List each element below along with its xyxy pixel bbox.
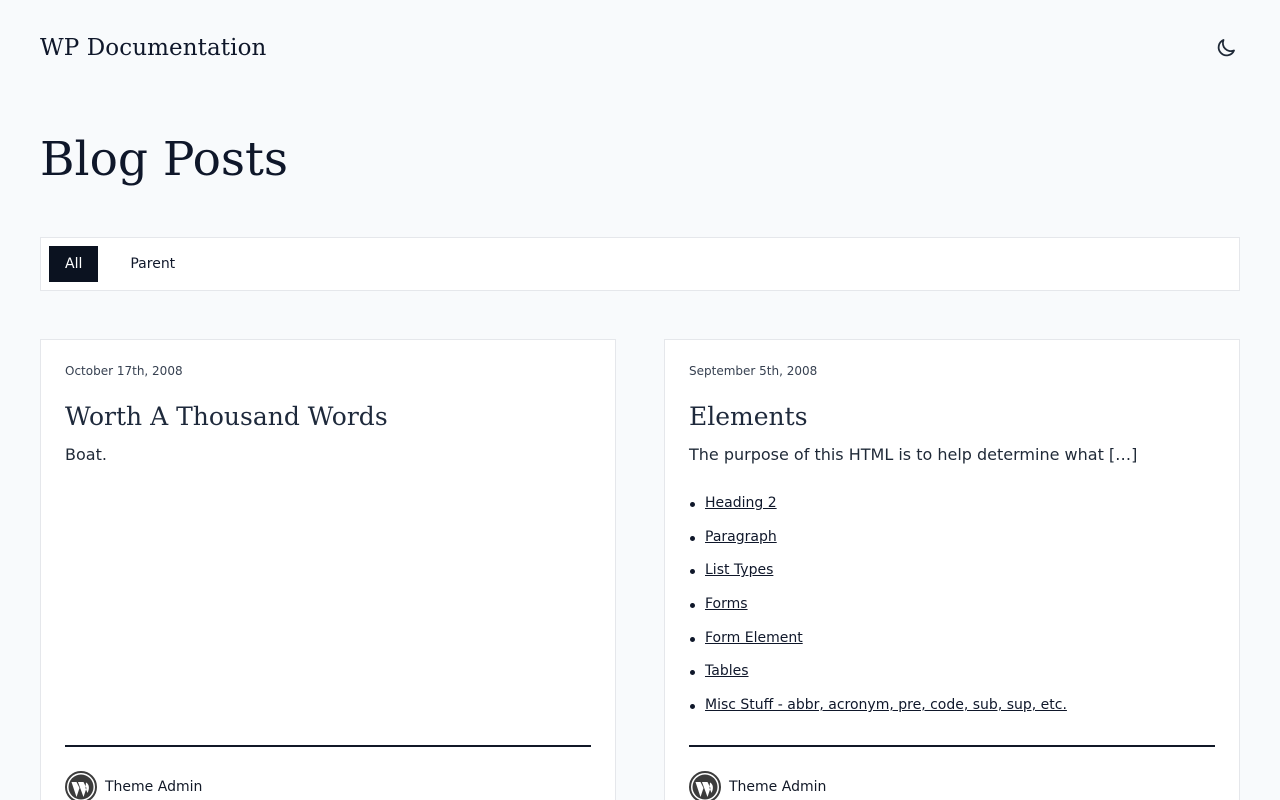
list-item: Forms	[689, 596, 1067, 630]
post-title[interactable]: Elements	[689, 402, 808, 431]
page-title: Blog Posts	[40, 132, 289, 187]
toc-link-forms[interactable]: Forms	[705, 596, 748, 612]
wordpress-icon	[689, 771, 721, 800]
list-item: Form Element	[689, 630, 1067, 664]
wordpress-icon	[65, 771, 97, 800]
post-toc-list: Heading 2 Paragraph List Types Forms For…	[689, 495, 1067, 731]
post-excerpt: The purpose of this HTML is to help dete…	[689, 445, 1138, 464]
list-item: Paragraph	[689, 529, 1067, 563]
post-date: October 17th, 2008	[65, 364, 183, 378]
card-divider	[65, 745, 591, 747]
toc-link-misc-stuff[interactable]: Misc Stuff - abbr, acronym, pre, code, s…	[705, 697, 1067, 713]
post-card: October 17th, 2008 Worth A Thousand Word…	[40, 339, 616, 800]
site-title[interactable]: WP Documentation	[40, 35, 266, 61]
toc-link-heading-2[interactable]: Heading 2	[705, 495, 777, 511]
list-item: Tables	[689, 663, 1067, 697]
toc-link-form-element[interactable]: Form Element	[705, 630, 803, 646]
post-title[interactable]: Worth A Thousand Words	[65, 402, 388, 431]
toc-link-list-types[interactable]: List Types	[705, 562, 773, 578]
author-name[interactable]: Theme Admin	[105, 779, 202, 795]
author-name[interactable]: Theme Admin	[729, 779, 826, 795]
category-filter-bar: All Parent	[40, 237, 1240, 291]
site-header: WP Documentation	[40, 28, 1240, 68]
list-item: List Types	[689, 562, 1067, 596]
post-card: September 5th, 2008 Elements The purpose…	[664, 339, 1240, 800]
card-divider	[689, 745, 1215, 747]
list-item: Heading 2	[689, 495, 1067, 529]
post-author: Theme Admin	[689, 771, 826, 800]
moon-icon	[1217, 39, 1235, 57]
toc-link-paragraph[interactable]: Paragraph	[705, 529, 777, 545]
post-date: September 5th, 2008	[689, 364, 818, 378]
toc-link-tables[interactable]: Tables	[705, 663, 749, 679]
list-item: Misc Stuff - abbr, acronym, pre, code, s…	[689, 697, 1067, 731]
theme-toggle-button[interactable]	[1212, 34, 1240, 62]
filter-parent-button[interactable]: Parent	[114, 246, 191, 282]
post-author: Theme Admin	[65, 771, 202, 800]
post-excerpt: Boat.	[65, 445, 107, 464]
filter-all-button[interactable]: All	[49, 246, 99, 282]
